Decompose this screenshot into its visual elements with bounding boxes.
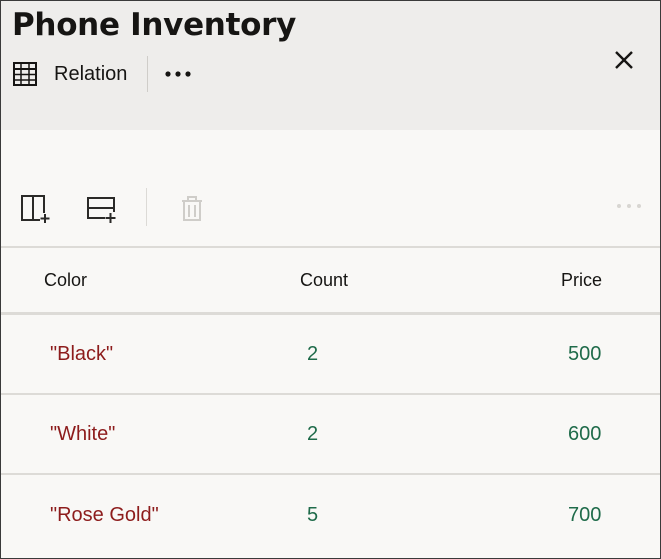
cell-price[interactable]: 500: [568, 315, 601, 393]
panel-header: Phone Inventory Relation: [1, 1, 660, 130]
cell-count[interactable]: 2: [307, 315, 318, 393]
close-icon: [615, 51, 633, 69]
toolbar-more-button[interactable]: [611, 194, 647, 218]
cell-color[interactable]: "White": [50, 395, 115, 473]
add-row-button[interactable]: [83, 190, 119, 226]
cell-count[interactable]: 2: [307, 395, 318, 473]
toolbar-divider: [146, 188, 147, 226]
trash-icon: [182, 196, 202, 221]
table-header-row: Color Count Price: [1, 246, 660, 315]
page-title: Phone Inventory: [12, 7, 296, 43]
cell-count[interactable]: 5: [307, 475, 318, 555]
column-header-price[interactable]: Price: [561, 248, 602, 312]
cell-price[interactable]: 600: [568, 395, 601, 473]
table-row[interactable]: "Rose Gold" 5 700: [1, 475, 660, 555]
delete-button[interactable]: [174, 190, 210, 226]
table-toolbar: [1, 186, 660, 230]
table-row[interactable]: "White" 2 600: [1, 395, 660, 475]
table-row[interactable]: "Black" 2 500: [1, 315, 660, 395]
column-header-color[interactable]: Color: [44, 248, 87, 312]
cell-color[interactable]: "Black": [50, 315, 113, 393]
relation-table: Color Count Price "Black" 2 500 "White" …: [1, 246, 660, 555]
add-row-icon: [87, 197, 116, 223]
add-column-icon: [21, 195, 50, 223]
more-options-button[interactable]: [162, 60, 194, 88]
close-button[interactable]: [607, 43, 641, 77]
cell-color[interactable]: "Rose Gold": [50, 475, 159, 555]
relation-panel: Phone Inventory Relation Color Count Pri…: [0, 0, 661, 559]
type-label: Relation: [54, 62, 128, 85]
cell-price[interactable]: 700: [568, 475, 601, 555]
more-horizontal-icon: [165, 71, 191, 77]
type-bar: Relation: [12, 56, 194, 92]
table-grid-icon: [12, 61, 38, 87]
more-horizontal-icon: [617, 204, 641, 208]
divider: [147, 56, 149, 92]
column-header-count[interactable]: Count: [300, 248, 348, 312]
add-column-button[interactable]: [16, 190, 52, 226]
